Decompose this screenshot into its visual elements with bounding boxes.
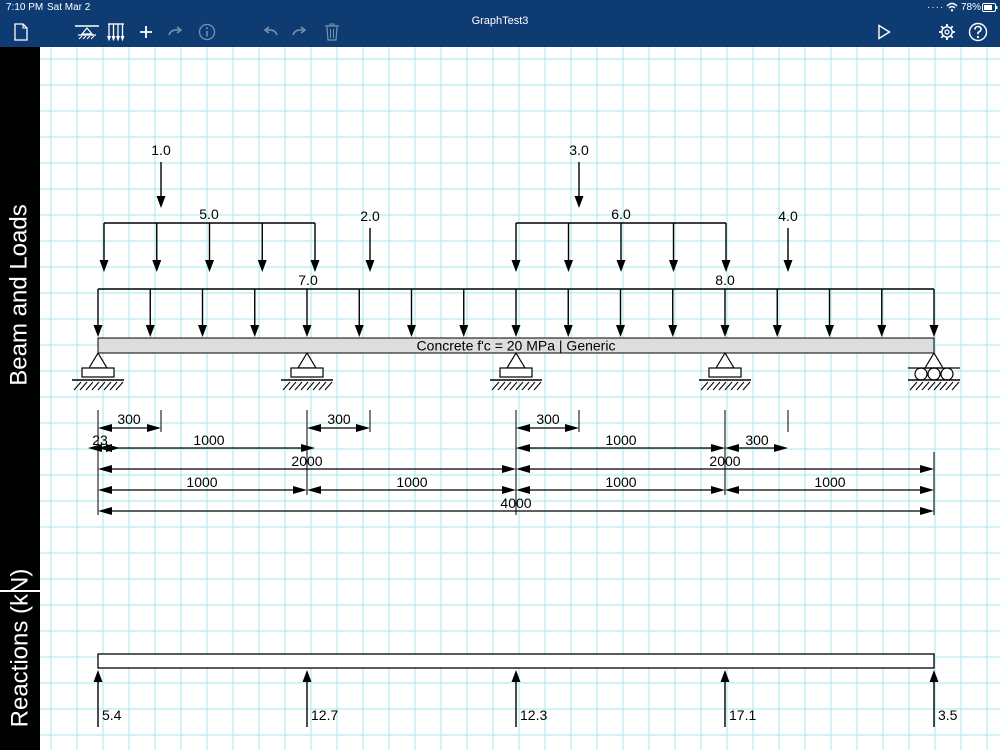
dimension-label: 1000 — [396, 474, 427, 490]
help-icon[interactable] — [966, 21, 990, 43]
point-load-label: 3.0 — [569, 142, 589, 158]
distributed-load-label: 5.0 — [199, 206, 219, 222]
distributed-load-label: 6.0 — [611, 206, 631, 222]
dimension-label: 300 — [117, 411, 141, 427]
dimension-label: 4000 — [500, 495, 531, 511]
distributed-load-arrows: 8.0 — [715, 272, 735, 288]
dimension-arrow: 1000 — [725, 474, 934, 494]
distributed-load-label: 7.0 — [298, 272, 318, 288]
point-load-arrow: 3.0 — [569, 142, 589, 208]
distributed-load-label: 8.0 — [715, 272, 735, 288]
reaction-arrow: 3.5 — [929, 670, 958, 727]
roller-support — [908, 351, 960, 391]
drawing-canvas[interactable]: 1.0 2.0 3.0 4.0 5.0 6.0 7.0 8.0 Concrete f'c = 2… — [40, 47, 1000, 750]
point-load-label: 2.0 — [360, 208, 380, 224]
reaction-value: 12.7 — [311, 707, 338, 723]
sidebar: Beam and Loads Reactions (kN) — [0, 47, 40, 750]
add-support-icon[interactable] — [73, 21, 101, 43]
dimension-arrow: 1000 — [516, 474, 725, 494]
dimension-label: 1000 — [186, 474, 217, 490]
beam: Concrete f'c = 20 MPa | Generic — [97, 337, 935, 354]
reaction-arrow: 12.3 — [511, 670, 547, 727]
reaction-value: 12.3 — [520, 707, 547, 723]
reaction-arrow: 12.7 — [302, 670, 338, 727]
reaction-value: 5.4 — [102, 707, 122, 723]
dimension-label: 23 — [92, 432, 108, 448]
trash-icon[interactable] — [320, 21, 344, 43]
add-distributed-load-icon[interactable] — [104, 21, 128, 43]
play-icon[interactable] — [872, 21, 896, 43]
distributed-load-arrows: 6.0 — [511, 206, 731, 272]
dimension-label: 300 — [327, 411, 351, 427]
status-date: Sat Mar 2 — [47, 2, 91, 13]
dimension-label: 1000 — [605, 432, 636, 448]
beam-and-loads-label: Beam and Loads — [6, 204, 33, 386]
beam-label: Concrete f'c = 20 MPa | Generic — [417, 338, 616, 354]
dimension-label: 2000 — [291, 453, 322, 469]
status-bar: 7:10 PM Sat Mar 2 ···· 78% — [0, 0, 1000, 16]
status-time: 7:10 PM — [6, 2, 44, 13]
signal-icon: ···· — [927, 2, 945, 13]
point-load-arrow: 1.0 — [151, 142, 171, 208]
reactions-beam-outline — [97, 653, 935, 669]
reaction-value: 17.1 — [729, 707, 756, 723]
dimension-label: 300 — [745, 432, 769, 448]
reactions-beam — [97, 653, 935, 669]
distributed-load-arrows: 7.0 — [93, 272, 939, 337]
reaction-value: 3.5 — [938, 707, 958, 723]
reaction-arrow: 5.4 — [93, 670, 122, 727]
dimension-arrow: 1000 — [307, 474, 516, 494]
reaction-arrow: 17.1 — [720, 670, 756, 727]
point-load-arrow: 4.0 — [778, 208, 798, 272]
info-icon[interactable] — [195, 21, 219, 43]
beam-diagram: 1.0 2.0 3.0 4.0 5.0 6.0 7.0 8.0 Concrete f'c = 2… — [40, 47, 1000, 750]
dimension-label: 1000 — [193, 432, 224, 448]
toolbar: GraphTest3 — [0, 15, 1000, 47]
battery-icon — [982, 3, 998, 15]
dimension-arrow: 300 — [307, 411, 370, 432]
dimension-label: 1000 — [605, 474, 636, 490]
settings-icon[interactable] — [935, 21, 959, 43]
new-document-icon[interactable] — [9, 21, 33, 43]
reactions-label: Reactions (kN) — [6, 568, 33, 727]
add-icon[interactable] — [134, 21, 158, 43]
dimension-arrow: 300 — [516, 411, 579, 432]
dimension-label: 2000 — [709, 453, 740, 469]
background-grid — [40, 47, 1000, 750]
redo-icon[interactable] — [288, 21, 312, 43]
wifi-icon — [946, 2, 958, 15]
point-load-label: 1.0 — [151, 142, 171, 158]
dimension-label: 300 — [536, 411, 560, 427]
distributed-load-arrows: 5.0 — [99, 206, 320, 272]
undo-icon[interactable] — [258, 21, 282, 43]
battery-percent: 78% — [961, 2, 982, 13]
redo-disabled-icon[interactable] — [164, 21, 188, 43]
dimension-label: 1000 — [814, 474, 845, 490]
point-load-label: 4.0 — [778, 208, 798, 224]
